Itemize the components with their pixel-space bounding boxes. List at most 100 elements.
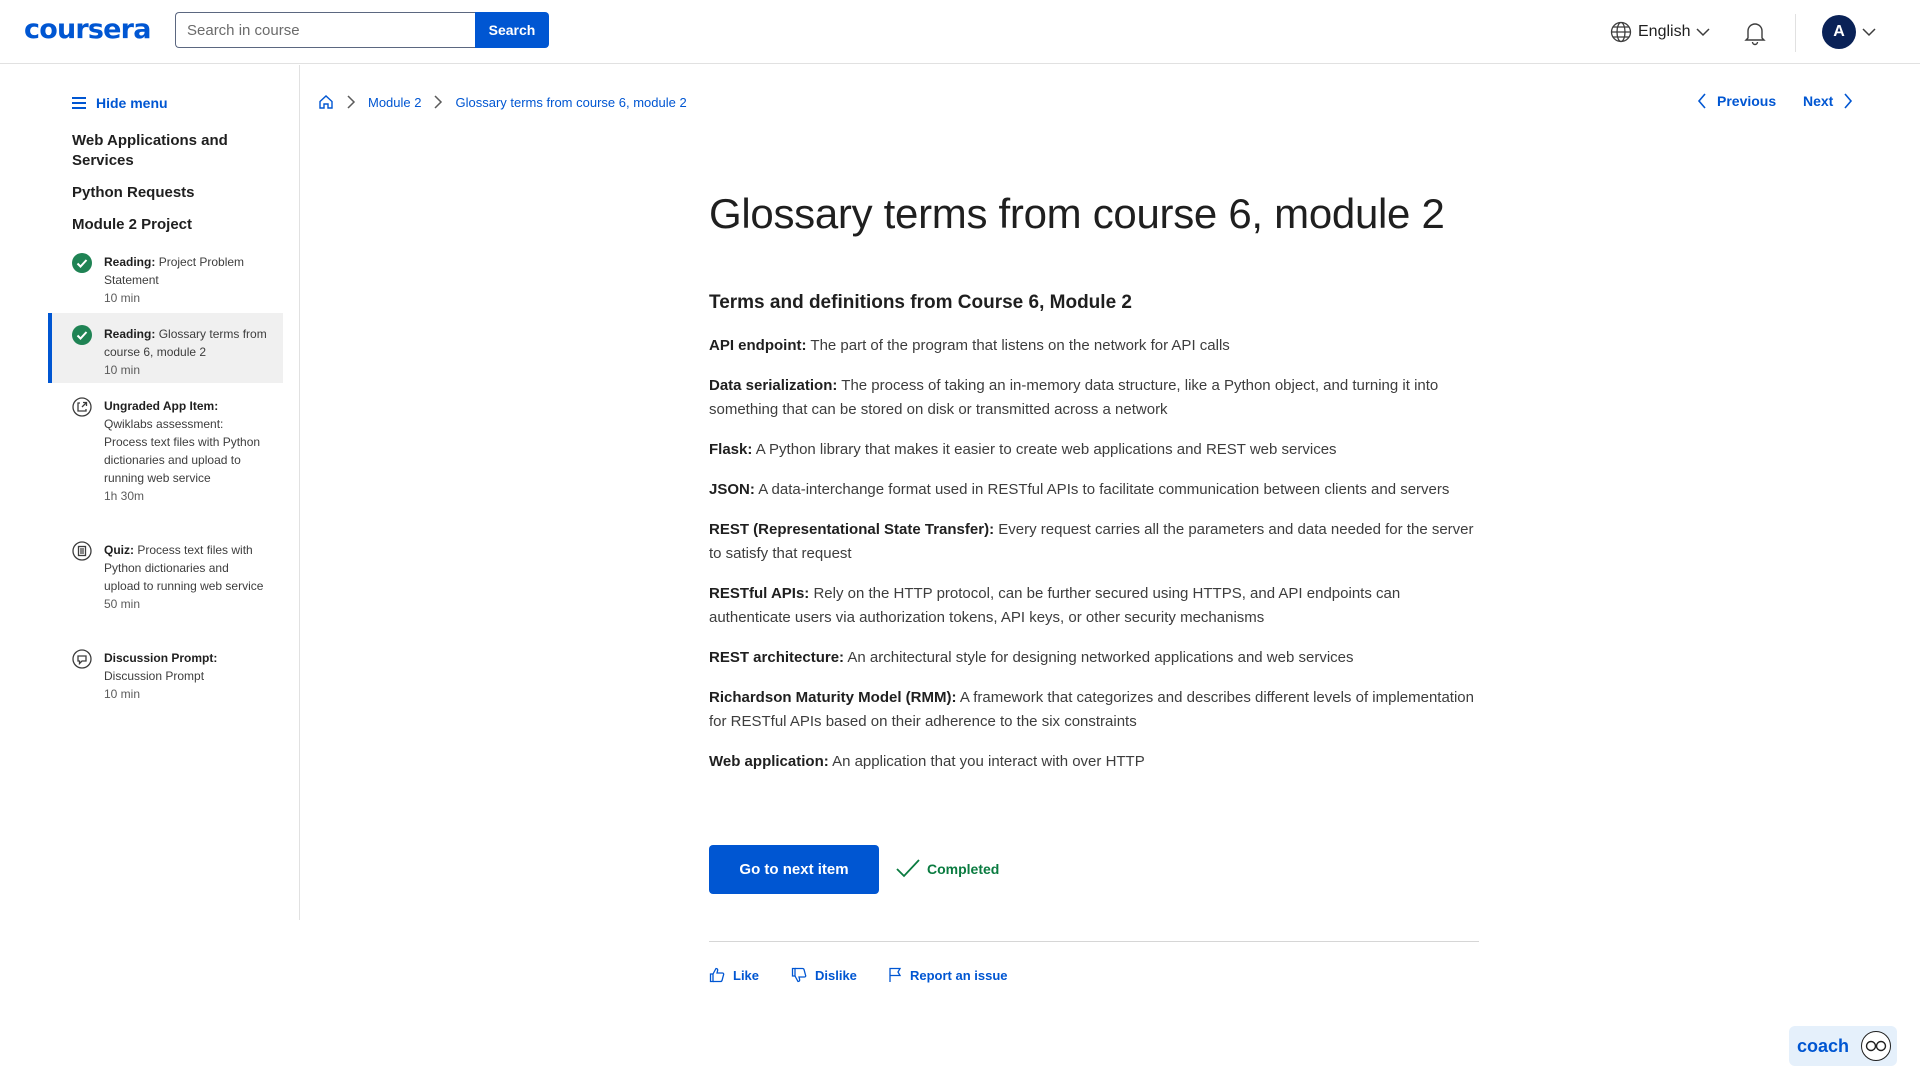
course-sidebar: Hide menu Web Applications and Services … bbox=[0, 65, 300, 920]
item-title: Discussion Prompt bbox=[104, 669, 205, 683]
section-web-applications[interactable]: Web Applications and Services bbox=[72, 131, 252, 171]
avatar: A bbox=[1822, 15, 1856, 49]
chevron-right-icon bbox=[434, 95, 443, 109]
coach-glasses-icon bbox=[1861, 1031, 1891, 1061]
external-link-icon bbox=[72, 397, 92, 417]
next-button[interactable]: Next bbox=[1803, 93, 1853, 109]
sidebar-item-quiz[interactable]: Quiz: Process text files with Python dic… bbox=[48, 529, 283, 617]
glossary-definition: An application that you interact with ov… bbox=[832, 753, 1145, 770]
item-type: Reading: bbox=[104, 327, 156, 341]
completed-label: Completed bbox=[927, 861, 1000, 877]
thumbs-down-icon bbox=[791, 967, 807, 983]
report-label: Report an issue bbox=[910, 967, 1008, 983]
sidebar-item-discussion-prompt[interactable]: Discussion Prompt: Discussion Prompt 10 … bbox=[48, 637, 283, 707]
notifications-button[interactable] bbox=[1743, 20, 1767, 51]
item-type: Quiz: bbox=[104, 543, 134, 557]
glossary-item: Flask: A Python library that makes it ea… bbox=[709, 438, 1484, 462]
language-label: English bbox=[1638, 23, 1691, 40]
section-subheading: Terms and definitions from Course 6, Mod… bbox=[709, 292, 1132, 313]
item-title: Qwiklabs assessment: Process text files … bbox=[104, 417, 261, 485]
glossary-term: RESTful APIs: bbox=[709, 585, 810, 602]
glossary-item: Data serialization: The process of takin… bbox=[709, 374, 1484, 422]
item-duration: 1h 30m bbox=[104, 489, 145, 503]
glossary-definition: A Python library that makes it easier to… bbox=[755, 441, 1337, 458]
glossary-term: JSON: bbox=[709, 481, 755, 498]
glossary-definition: An architectural style for designing net… bbox=[847, 649, 1354, 666]
glossary-term: REST (Representational State Transfer): bbox=[709, 521, 995, 538]
glossary-definition: Rely on the HTTP protocol, can be furthe… bbox=[709, 585, 1401, 626]
section-module-2-project[interactable]: Module 2 Project bbox=[72, 215, 252, 235]
chevron-right-icon bbox=[1844, 93, 1853, 109]
thumbs-up-icon bbox=[709, 967, 725, 983]
breadcrumb-current[interactable]: Glossary terms from course 6, module 2 bbox=[455, 95, 686, 110]
item-duration: 50 min bbox=[104, 597, 141, 611]
completed-status: Completed bbox=[895, 858, 999, 880]
section-python-requests[interactable]: Python Requests bbox=[72, 183, 252, 203]
globe-icon bbox=[1610, 21, 1632, 43]
glossary-term: Data serialization: bbox=[709, 377, 838, 394]
glossary-item: JSON: A data-interchange format used in … bbox=[709, 478, 1484, 502]
glossary-item: REST architecture: An architectural styl… bbox=[709, 646, 1484, 670]
coach-label: coach bbox=[1797, 1035, 1850, 1056]
chevron-down-icon bbox=[1696, 28, 1711, 37]
chevron-down-icon bbox=[1862, 28, 1876, 37]
glossary-item: RESTful APIs: Rely on the HTTP protocol,… bbox=[709, 582, 1484, 630]
glossary-item: API endpoint: The part of the program th… bbox=[709, 334, 1484, 358]
header-divider bbox=[1795, 14, 1796, 52]
dislike-label: Dislike bbox=[815, 967, 857, 983]
glossary-definition: The part of the program that listens on … bbox=[810, 337, 1230, 354]
check-circle-icon bbox=[72, 325, 92, 345]
search-bar: Search bbox=[175, 12, 549, 48]
language-selector[interactable]: English bbox=[1610, 21, 1711, 43]
hide-menu-label: Hide menu bbox=[96, 95, 168, 111]
check-circle-icon bbox=[72, 253, 92, 273]
bell-icon bbox=[1744, 23, 1766, 46]
report-issue-button[interactable]: Report an issue bbox=[888, 967, 1008, 983]
item-type: Discussion Prompt: bbox=[104, 651, 218, 665]
glossary-term: Flask: bbox=[709, 441, 753, 458]
discussion-icon bbox=[72, 649, 92, 669]
glossary-item: REST (Representational State Transfer): … bbox=[709, 518, 1484, 566]
glossary-item: Richardson Maturity Model (RMM): A frame… bbox=[709, 686, 1484, 734]
menu-icon bbox=[72, 97, 86, 109]
hide-menu-button[interactable]: Hide menu bbox=[72, 95, 168, 111]
coach-button[interactable]: coach bbox=[1789, 1026, 1897, 1066]
glossary-list: API endpoint: The part of the program th… bbox=[709, 334, 1484, 790]
glossary-item: Web application: An application that you… bbox=[709, 750, 1484, 774]
previous-button[interactable]: Previous bbox=[1697, 93, 1776, 109]
next-label: Next bbox=[1803, 93, 1834, 109]
page-title: Glossary terms from course 6, module 2 bbox=[709, 190, 1445, 237]
content-divider bbox=[709, 941, 1479, 942]
chevron-left-icon bbox=[1697, 93, 1706, 109]
glossary-term: Richardson Maturity Model (RMM): bbox=[709, 689, 957, 706]
glossary-term: Web application: bbox=[709, 753, 829, 770]
quiz-icon bbox=[72, 541, 92, 561]
sidebar-item-project-problem-statement[interactable]: Reading: Project Problem Statement 10 mi… bbox=[48, 241, 283, 311]
sidebar-item-qwiklabs-assessment[interactable]: Ungraded App Item: Qwiklabs assessment: … bbox=[48, 385, 283, 509]
sidebar-item-glossary-terms[interactable]: Reading: Glossary terms from course 6, m… bbox=[48, 313, 283, 383]
flag-icon bbox=[889, 967, 902, 982]
search-input[interactable] bbox=[175, 12, 475, 48]
coursera-logo[interactable]: coursera bbox=[24, 14, 151, 45]
like-label: Like bbox=[733, 967, 760, 983]
chevron-right-icon bbox=[347, 95, 356, 109]
like-button[interactable]: Like bbox=[709, 967, 759, 983]
dislike-button[interactable]: Dislike bbox=[791, 967, 857, 983]
account-menu[interactable]: A bbox=[1822, 15, 1876, 49]
item-duration: 10 min bbox=[104, 363, 141, 377]
item-duration: 10 min bbox=[104, 687, 141, 701]
item-duration: 10 min bbox=[104, 291, 141, 305]
breadcrumb: Module 2 Glossary terms from course 6, m… bbox=[318, 94, 687, 110]
glossary-definition: A data-interchange format used in RESTfu… bbox=[758, 481, 1450, 498]
item-type: Reading: bbox=[104, 255, 156, 269]
glossary-term: API endpoint: bbox=[709, 337, 807, 354]
search-button[interactable]: Search bbox=[475, 12, 549, 48]
breadcrumb-module[interactable]: Module 2 bbox=[368, 95, 421, 110]
item-type: Ungraded App Item: bbox=[104, 399, 219, 413]
go-to-next-item-button[interactable]: Go to next item bbox=[709, 845, 879, 894]
home-icon[interactable] bbox=[318, 94, 334, 110]
glossary-term: REST architecture: bbox=[709, 649, 845, 666]
previous-label: Previous bbox=[1717, 93, 1777, 109]
top-header: coursera Search English A bbox=[0, 0, 1920, 64]
checkmark-icon bbox=[896, 859, 920, 878]
